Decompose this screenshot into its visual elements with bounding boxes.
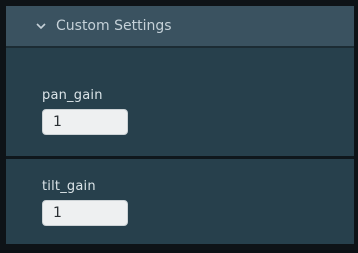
custom-settings-panel: Custom Settings pan_gain tilt_gain xyxy=(0,0,358,250)
chevron-down-icon xyxy=(34,19,48,33)
pan-gain-label: pan_gain xyxy=(42,88,103,103)
pan-gain-section: pan_gain xyxy=(6,48,354,156)
pan-gain-input[interactable] xyxy=(42,109,128,135)
tilt-gain-label: tilt_gain xyxy=(42,179,96,194)
tilt-gain-input[interactable] xyxy=(42,200,128,226)
panel-title: Custom Settings xyxy=(56,18,172,34)
custom-settings-header[interactable]: Custom Settings xyxy=(6,6,354,48)
tilt-gain-section: tilt_gain xyxy=(6,159,354,253)
